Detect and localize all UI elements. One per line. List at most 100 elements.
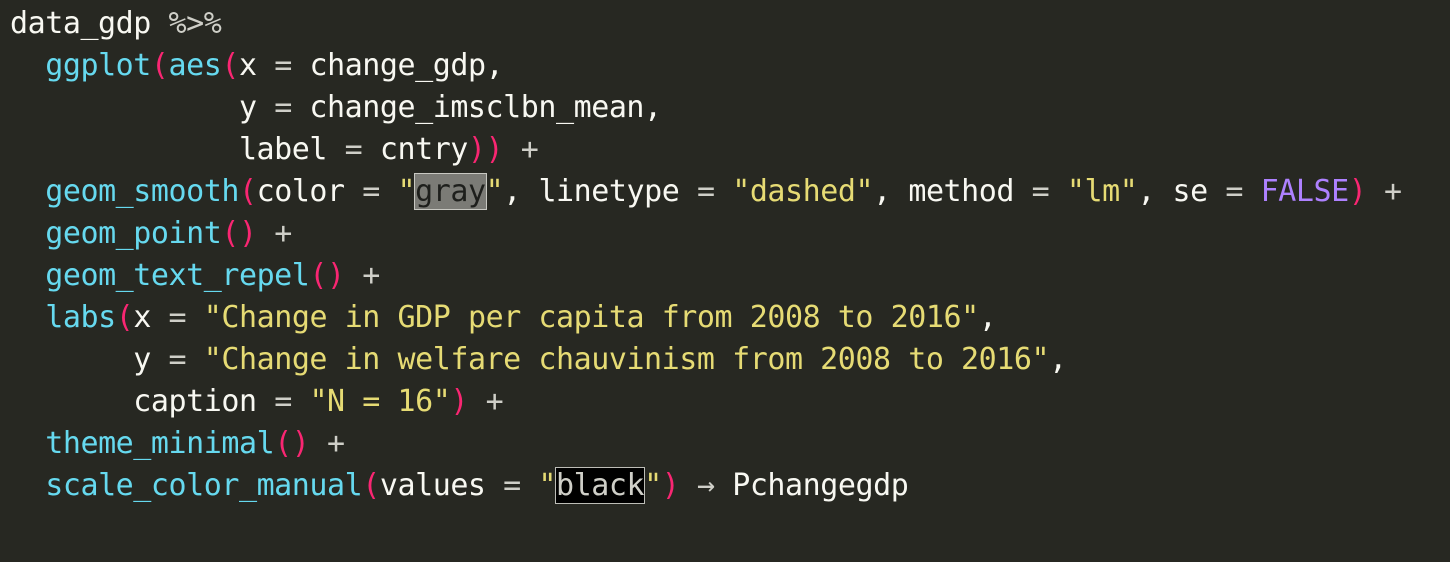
function-name-token: aes (168, 48, 222, 83)
bracket-token: ( (115, 300, 134, 335)
code-editor[interactable]: data_gdp %>% ggplot(aes(x = change_gdp, … (0, 0, 1450, 562)
bracket-token: ) (450, 384, 468, 419)
string-literal-token: "N = 16" (309, 384, 451, 419)
code-line[interactable]: geom_smooth(color = "gray", linetype = "… (10, 171, 1450, 213)
bracket-token: () (309, 258, 345, 293)
code-line[interactable]: scale_color_manual(values = "black") → P… (10, 465, 1450, 507)
operator-token: = (274, 90, 292, 125)
code-token: y (10, 342, 169, 377)
code-line[interactable]: label = cntry)) + (10, 129, 1450, 171)
function-name-token: geom_text_repel (45, 258, 310, 293)
code-token: x (133, 300, 169, 335)
bracket-token: ) (661, 468, 680, 503)
code-line[interactable]: ggplot(aes(x = change_gdp, (10, 45, 1450, 87)
operator-token: → (696, 468, 715, 503)
code-token: change_gdp, (291, 48, 504, 83)
code-token: caption (10, 384, 275, 419)
function-name-token: labs (45, 300, 116, 335)
string-literal-token: " (485, 174, 504, 209)
string-literal-token: "Change in welfare chauvinism from 2008 … (203, 342, 1050, 377)
code-token: , (978, 300, 997, 335)
operator-token: = (362, 174, 380, 209)
operator-token: + (362, 258, 380, 293)
code-line[interactable]: y = change_imsclbn_mean, (10, 87, 1450, 129)
highlighted-text: gray (414, 173, 487, 210)
operator-token: = (1225, 174, 1244, 209)
bracket-token: ( (221, 48, 239, 83)
highlighted-text: black (555, 467, 646, 504)
operator-token: %>% (168, 6, 222, 41)
string-literal-token: " (644, 468, 662, 503)
function-name-token: scale_color_manual (45, 468, 363, 503)
operator-token: = (344, 132, 363, 167)
code-line[interactable]: labs(x = "Change in GDP per capita from … (10, 297, 1450, 339)
bracket-token: )) (467, 132, 504, 167)
operator-token: + (274, 216, 292, 251)
bracket-token: () (221, 216, 257, 251)
operator-token: + (520, 132, 539, 167)
code-line[interactable]: y = "Change in welfare chauvinism from 2… (10, 339, 1450, 381)
string-literal-token: " (538, 468, 557, 503)
code-line[interactable]: caption = "N = 16") + (10, 381, 1450, 423)
code-token: change_imsclbn_mean, (291, 90, 662, 125)
code-token: data_gdp (10, 6, 169, 41)
string-literal-token: "dashed" (732, 174, 874, 209)
operator-token: + (1383, 174, 1402, 209)
code-token: , method (873, 174, 1032, 209)
operator-token: = (696, 174, 715, 209)
operator-token: = (503, 468, 521, 503)
operator-token: = (168, 342, 187, 377)
operator-token: = (274, 384, 292, 419)
code-token: values (379, 468, 504, 503)
bracket-token: ( (150, 48, 169, 83)
code-token: x (239, 48, 275, 83)
string-literal-token: " (397, 174, 416, 209)
operator-token: + (485, 384, 504, 419)
operator-token: = (274, 48, 292, 83)
string-literal-token: "Change in GDP per capita from 2008 to 2… (203, 300, 979, 335)
code-token: label (10, 132, 345, 167)
code-token: , se (1137, 174, 1226, 209)
function-name-token: theme_minimal (45, 426, 275, 461)
code-line[interactable]: geom_point() + (10, 213, 1450, 255)
function-name-token: ggplot (45, 48, 151, 83)
code-token: , (1049, 342, 1067, 377)
code-line[interactable]: data_gdp %>% (10, 3, 1450, 45)
code-token: color (256, 174, 363, 209)
operator-token: = (168, 300, 187, 335)
constant-token: FALSE (1260, 174, 1350, 209)
function-name-token: geom_point (45, 216, 222, 251)
bracket-token: ( (238, 174, 257, 209)
code-line[interactable]: theme_minimal() + (10, 423, 1450, 465)
operator-token: = (1031, 174, 1050, 209)
code-token: cntry (362, 132, 469, 167)
code-token: y (10, 90, 275, 125)
bracket-token: () (274, 426, 310, 461)
function-name-token: geom_smooth (45, 174, 239, 209)
string-literal-token: "lm" (1066, 174, 1138, 209)
code-line[interactable]: geom_text_repel() + (10, 255, 1450, 297)
operator-token: + (327, 426, 345, 461)
bracket-token: ( (362, 468, 380, 503)
